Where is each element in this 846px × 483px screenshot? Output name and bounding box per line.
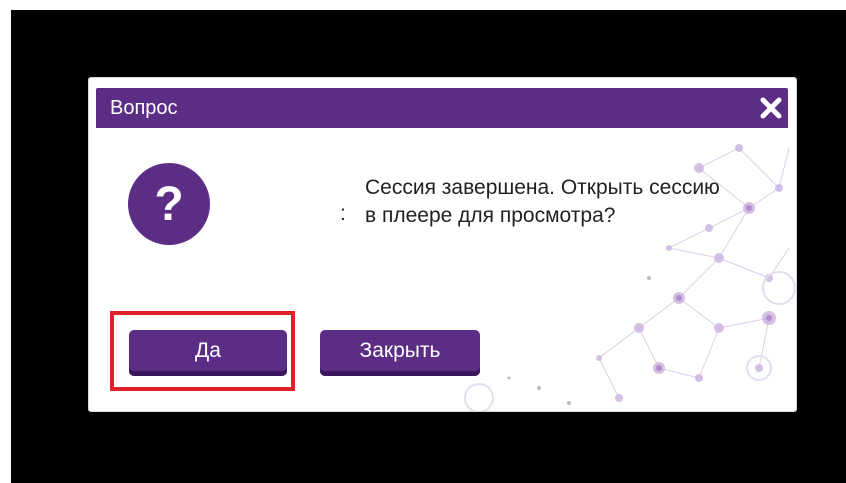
svg-text:?: ? — [154, 178, 183, 231]
yes-button-label: Да — [195, 339, 221, 362]
close-button[interactable]: Закрыть — [320, 330, 480, 376]
message-separator: : — [340, 202, 346, 225]
dialog-titlebar: Вопрос — [96, 88, 788, 128]
close-button-label: Закрыть — [359, 339, 441, 362]
yes-button[interactable]: Да — [129, 330, 287, 376]
dialog-title: Вопрос — [110, 97, 178, 119]
question-icon: ? — [128, 163, 210, 245]
dialog-message: Сессия завершена. Открыть сессию в плеер… — [365, 176, 720, 227]
close-icon[interactable] — [758, 94, 784, 122]
question-dialog: Вопрос ? : Сессия завершена. Открыть сес… — [88, 77, 797, 412]
